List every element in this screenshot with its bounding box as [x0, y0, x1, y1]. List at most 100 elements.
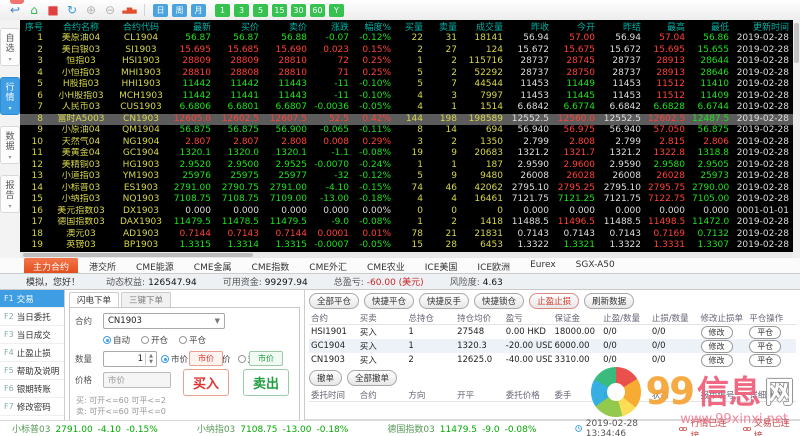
radio-position-mode-2[interactable]: 平仓 [179, 334, 206, 346]
positions-toolbar-button-5[interactable]: 刷新数据 [584, 293, 635, 309]
refresh-icon[interactable]: ↻ [65, 3, 79, 17]
position-row[interactable]: GC1904 买入 1 1320.3 -20.00 USD 6000.00 0/0 0/0 修改… [309, 339, 796, 353]
quote-row[interactable]: 19 英镑03 BP1903 1.3315 1.3314 1.3315 -0.0007 -0.… [20, 240, 793, 252]
period-button-30[interactable]: 30 [291, 3, 306, 17]
column-header-prev-close[interactable]: 昨收 [510, 20, 556, 33]
column-header-change-pct[interactable]: 幅度% [356, 20, 398, 33]
position-row[interactable]: HSI1901 买入 1 27548 0.00 HKD 18000.00 0/0 0/0 修改 平… [309, 325, 796, 340]
positions-toolbar-button-4[interactable]: 止盈止损 [529, 293, 580, 309]
period-button-60[interactable]: 60 [310, 3, 325, 17]
quote-row[interactable]: 17 德国指数03 DAX1903 11479.5 11478.5 11479.5 -9.0… [20, 217, 793, 229]
period-button-周[interactable]: 周 [172, 3, 187, 17]
horizontal-scrollbar-thumb[interactable] [23, 252, 253, 257]
menu-item-f7[interactable]: F7 修改密码 [0, 398, 64, 416]
close-position-button[interactable]: 平仓 [749, 353, 782, 367]
column-header-prev-settle[interactable]: 昨结 [602, 20, 648, 33]
column-header-high[interactable]: 最高 [648, 20, 692, 33]
column-header-update-time[interactable]: 更新时间 [736, 20, 793, 33]
column-header-last[interactable]: 最新 [170, 20, 218, 33]
market-tab-2[interactable]: CME能源 [127, 258, 183, 273]
positions-toolbar-button-1[interactable]: 快捷平仓 [364, 293, 415, 309]
radio-position-mode-0[interactable]: 自动 [103, 334, 130, 346]
positions-toolbar-button-0[interactable]: 全部平仓 [309, 293, 360, 309]
market-tab-10[interactable]: SGX-A50 [567, 258, 624, 273]
column-header-index[interactable]: 序号 [20, 20, 50, 33]
menu-item-f2[interactable]: F2 当日委托 [0, 308, 64, 326]
menu-item-f4[interactable]: F4 止盈止损 [0, 344, 64, 362]
home-icon[interactable]: ⌂ [27, 3, 41, 17]
period-button-15[interactable]: 15 [272, 3, 287, 17]
quote-row[interactable]: 9 小原油04 QM1904 56.875 56.875 56.900 -0.065 -0.1… [20, 125, 793, 137]
period-button-月[interactable]: 月 [191, 3, 206, 17]
sidebar-tab-0[interactable]: 自选 ▾ [0, 28, 20, 66]
column-header-ask-vol[interactable]: 卖量 [430, 20, 464, 33]
market-tab-4[interactable]: CME指数 [243, 258, 299, 273]
sidebar-tab-1[interactable]: 行情 ▾ [0, 77, 20, 115]
zoom-in-icon[interactable]: ⊕ [84, 3, 98, 17]
column-header-open[interactable]: 今开 [556, 20, 602, 33]
market-tab-8[interactable]: ICE欧洲 [468, 258, 519, 273]
order-tab-0[interactable]: 闪电下单 [69, 292, 120, 307]
column-header-change[interactable]: 涨跌 [314, 20, 356, 33]
menu-item-f1[interactable]: F1 交易 [0, 290, 64, 308]
sidebar-tab-2[interactable]: 数据 ▾ [0, 126, 20, 164]
sell-price-mode-button[interactable]: 市价 [248, 351, 283, 366]
period-button-日[interactable]: 日 [153, 3, 168, 17]
positions-toolbar-button-3[interactable]: 快捷锁仓 [474, 293, 525, 309]
contract-select[interactable]: CN1903 ▼ [103, 313, 225, 329]
quantity-stepper[interactable]: 1 ▲ ▼ [103, 351, 157, 367]
quote-row[interactable]: 16 美元指数03 DX1903 0.000 0.000 0.000 0.000 0.00% 0… [20, 206, 793, 218]
orders-button-0[interactable]: 撤单 [309, 370, 343, 386]
price-input[interactable]: 市价 [103, 372, 171, 388]
quote-row[interactable]: 1 美原油04 CL1904 56.87 56.87 56.88 -0.07 -0.12% 22… [20, 33, 793, 45]
modify-button[interactable]: 修改 [700, 339, 733, 353]
stop-icon[interactable]: ■ [46, 3, 60, 17]
column-header-volume[interactable]: 成交量 [464, 20, 510, 33]
quote-row[interactable]: 18 澳元03 AD1903 0.7144 0.7143 0.7144 0.0001 0.01… [20, 229, 793, 241]
market-tab-6[interactable]: CME农业 [358, 258, 414, 273]
menu-item-f6[interactable]: F6 银期转账 [0, 380, 64, 398]
quote-row[interactable]: 3 恒指03 HSI1903 28809 28809 28810 72 0.25% 1 2 1157… [20, 56, 793, 68]
positions-toolbar-button-2[interactable]: 快捷反手 [419, 293, 470, 309]
market-tab-7[interactable]: ICE美国 [416, 258, 467, 273]
column-header-bid-vol[interactable]: 买量 [398, 20, 430, 33]
quote-row[interactable]: 2 美白银03 SI1903 15.695 15.685 15.690 0.023 0.15%… [20, 45, 793, 57]
column-header-name[interactable]: 合约名称 [50, 20, 112, 33]
quote-row[interactable]: 15 小纳指03 NQ1903 7108.75 7108.75 7109.00 -13.00… [20, 194, 793, 206]
vertical-scrollbar[interactable] [793, 20, 800, 258]
modify-button[interactable]: 修改 [700, 353, 733, 367]
quote-row[interactable]: 8 富时A5003 CN1903 12605.0 12602.5 12607.5 52.5 0… [20, 113, 793, 125]
column-header-code[interactable]: 合约代码 [112, 20, 170, 33]
sell-button[interactable]: 卖出 [242, 369, 289, 396]
period-button-1[interactable]: 1 [215, 3, 230, 17]
period-button-3[interactable]: 3 [234, 3, 249, 17]
vertical-scrollbar-thumb[interactable] [794, 23, 799, 63]
horizontal-scrollbar[interactable] [20, 251, 793, 258]
sidebar-tab-3[interactable]: 报告 ▾ [0, 175, 20, 213]
order-tab-1[interactable]: 三键下单 [121, 292, 172, 307]
market-tab-1[interactable]: 港交所 [80, 258, 125, 273]
quote-row[interactable]: 6 小H股指03 MCH1903 11442 11441 11443 -11 -0.10% 4 3… [20, 91, 793, 103]
menu-item-f5[interactable]: F5 帮助及说明 [0, 362, 64, 380]
quote-row[interactable]: 11 美黄金04 GC1904 1320.1 1320.0 1320.1 -1.1 -0.08… [20, 148, 793, 160]
chart-icon[interactable]: ▃▆▄ [122, 3, 136, 17]
quote-row[interactable]: 13 小道指03 YM1903 25976 25975 25977 -32 -0.12% 5 9 9… [20, 171, 793, 183]
buy-price-mode-button[interactable]: 市价 [188, 351, 223, 366]
market-tab-0[interactable]: 主力合约 [24, 258, 79, 273]
close-position-button[interactable]: 平仓 [749, 325, 782, 339]
period-button-5[interactable]: 5 [253, 3, 268, 17]
market-tab-9[interactable]: Eurex [521, 258, 565, 273]
quote-row[interactable]: 12 美精铜03 HG1903 2.9520 2.9500 2.9525 -0.0070 -0… [20, 160, 793, 172]
stepper-arrows-icon[interactable]: ▲ ▼ [145, 353, 156, 365]
close-position-button[interactable]: 平仓 [749, 339, 782, 353]
radio-position-mode-1[interactable]: 开仓 [141, 334, 168, 346]
quote-row[interactable]: 4 小恒指03 MHI1903 28810 28808 28810 71 0.25% 5 2 522… [20, 68, 793, 80]
menu-item-f3[interactable]: F3 当日成交 [0, 326, 64, 344]
quote-row[interactable]: 10 天然气04 NG1904 2.807 2.807 2.808 0.008 0.29% 3 2… [20, 137, 793, 149]
market-tab-5[interactable]: CME外汇 [300, 258, 356, 273]
orders-button-1[interactable]: 全部撤单 [347, 370, 398, 386]
back-icon[interactable]: ↩ [8, 3, 22, 17]
quote-row[interactable]: 5 H股指03 HHI1903 11442 11442 11443 -11 -0.10% 5 7 4… [20, 79, 793, 91]
modify-button[interactable]: 修改 [700, 325, 733, 339]
quote-row[interactable]: 14 小标普03 ES1903 2791.00 2790.75 2791.00 -4.10-… [20, 183, 793, 195]
